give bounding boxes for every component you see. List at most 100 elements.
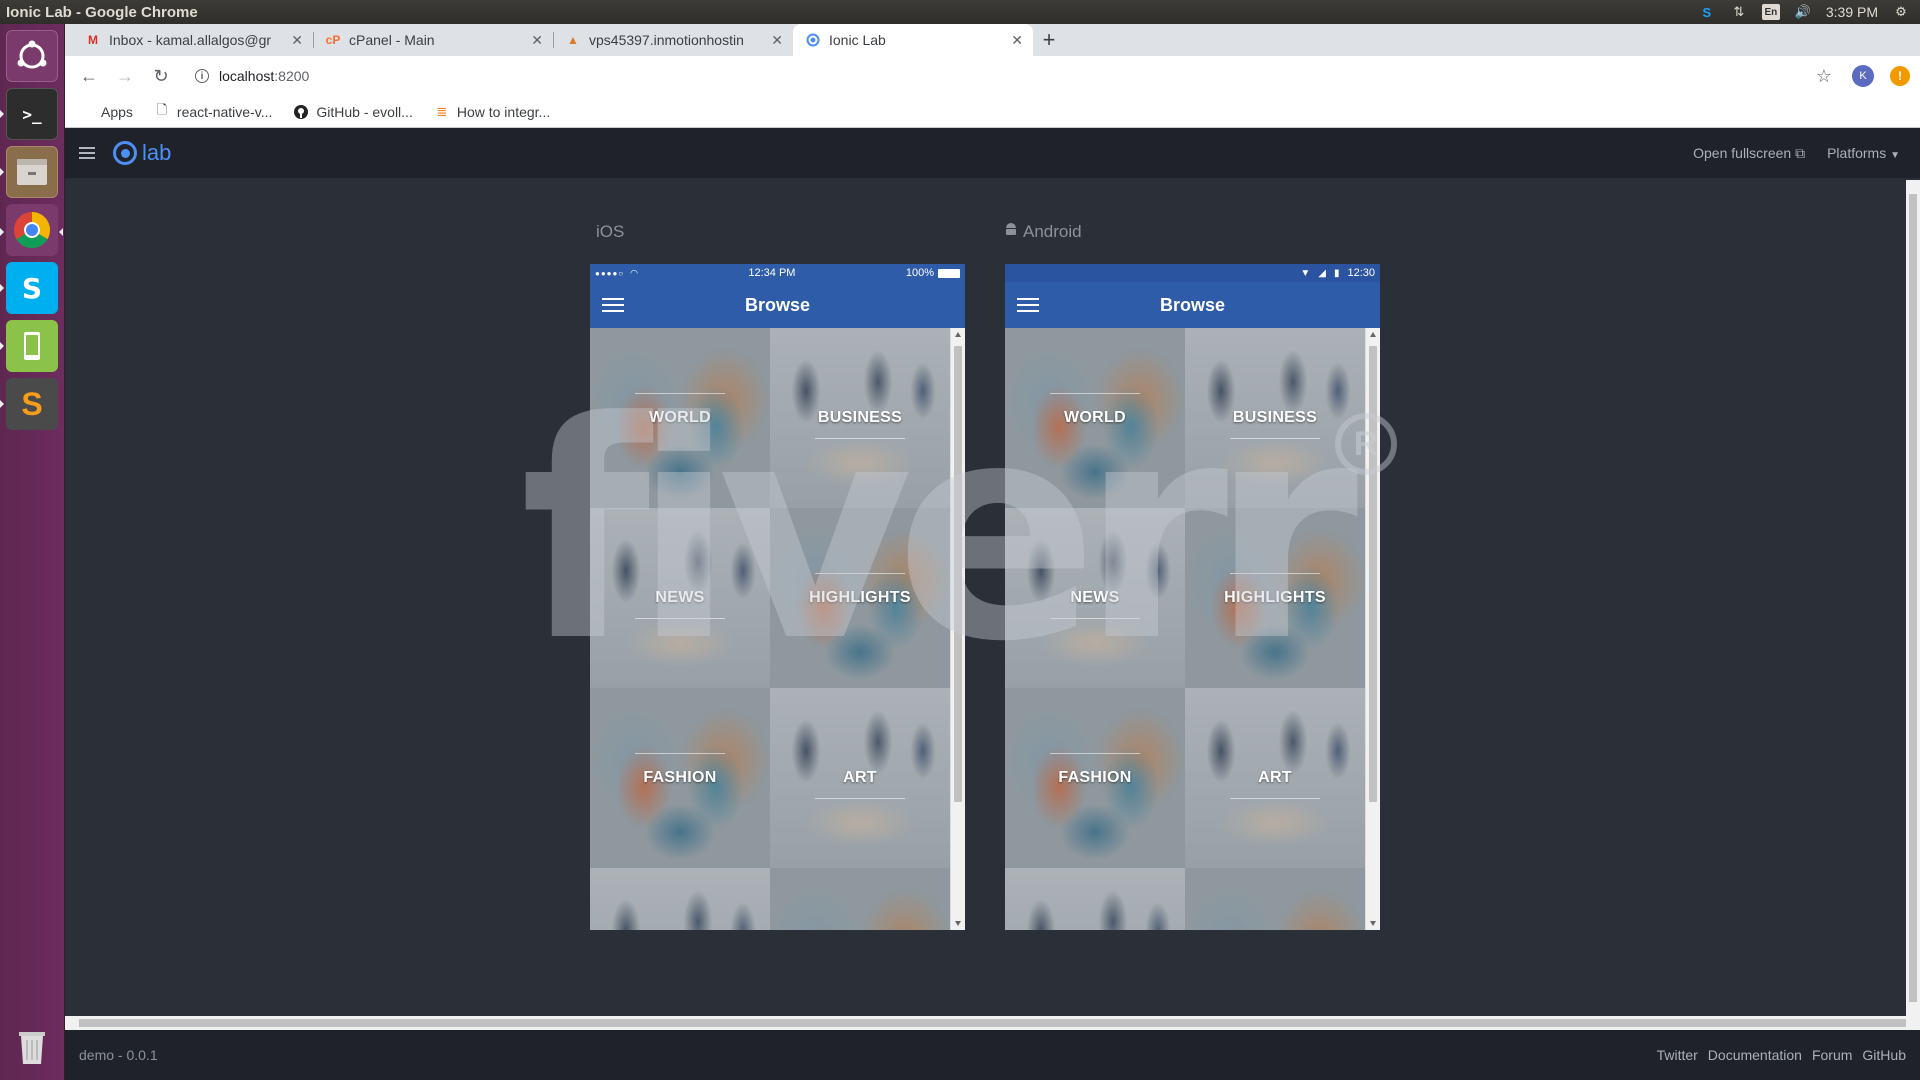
ubuntu-icon[interactable] bbox=[6, 30, 58, 82]
tile-label: WORLD bbox=[1064, 409, 1126, 426]
category-tile[interactable] bbox=[1005, 868, 1185, 930]
back-arrow-icon[interactable]: ← bbox=[75, 62, 103, 90]
category-tile[interactable]: BUSINESS bbox=[1185, 328, 1365, 508]
menu-icon[interactable] bbox=[79, 147, 95, 159]
category-tile[interactable]: HIGHLIGHTS bbox=[1185, 508, 1365, 688]
network-icon[interactable]: ⇅ bbox=[1730, 4, 1748, 20]
menu-icon[interactable] bbox=[1017, 298, 1039, 312]
divider bbox=[815, 438, 905, 439]
category-tile[interactable]: HIGHLIGHTS bbox=[770, 508, 950, 688]
page-title: Browse bbox=[1159, 294, 1226, 315]
files-icon[interactable] bbox=[6, 146, 58, 198]
divider bbox=[1230, 573, 1320, 574]
tile-label: NEWS bbox=[655, 589, 705, 606]
android-preview-frame[interactable]: ▼ ◢ ▮ 12:30 Browse WORLD BUSINESS NEWS H… bbox=[1005, 264, 1380, 930]
tab-ionic-lab[interactable]: Ionic Lab ✕ bbox=[793, 24, 1033, 56]
focused-indicator bbox=[59, 228, 63, 236]
bookmark-react-native[interactable]: 🗋 react-native-v... bbox=[155, 102, 273, 120]
tile-label: BUSINESS bbox=[817, 409, 903, 426]
bookmark-star-icon[interactable]: ☆ bbox=[1816, 66, 1832, 87]
footer-link-twitter[interactable]: Twitter bbox=[1657, 1047, 1698, 1063]
category-tile[interactable] bbox=[770, 868, 950, 930]
tab-cpanel[interactable]: cP cPanel - Main ✕ bbox=[313, 24, 553, 56]
category-tile[interactable]: FASHION bbox=[1005, 688, 1185, 868]
bookmarks-bar: Apps 🗋 react-native-v... GitHub - evoll.… bbox=[65, 96, 1920, 128]
profile-avatar[interactable]: K bbox=[1852, 65, 1874, 87]
volume-icon[interactable]: 🔊 bbox=[1794, 4, 1812, 20]
page-horizontal-scrollbar[interactable] bbox=[65, 1016, 1920, 1030]
browser-toolbar: ← → ↻ i localhost:8200 ☆ K ! bbox=[65, 56, 1920, 96]
footer-link-forum[interactable]: Forum bbox=[1812, 1047, 1852, 1063]
terminal-icon[interactable]: >_ bbox=[6, 88, 58, 140]
close-icon[interactable]: ✕ bbox=[531, 32, 543, 49]
footer-link-github[interactable]: GitHub bbox=[1862, 1047, 1906, 1063]
android-time: 12:30 bbox=[1347, 267, 1375, 279]
reload-icon[interactable]: ↻ bbox=[147, 62, 175, 90]
tile-label: NEWS bbox=[1070, 589, 1120, 606]
update-alert-icon[interactable]: ! bbox=[1890, 66, 1910, 86]
scroll-up-arrow-icon[interactable] bbox=[1370, 332, 1376, 337]
category-tile[interactable]: WORLD bbox=[1005, 328, 1185, 508]
menu-icon[interactable] bbox=[602, 298, 624, 312]
category-tile[interactable]: NEWS bbox=[590, 508, 770, 688]
chrome-icon[interactable] bbox=[6, 204, 58, 256]
forward-arrow-icon[interactable]: → bbox=[111, 62, 139, 90]
bookmark-github[interactable]: GitHub - evoll... bbox=[294, 103, 413, 120]
category-tile[interactable]: ART bbox=[770, 688, 950, 868]
category-tile[interactable]: NEWS bbox=[1005, 508, 1185, 688]
bookmark-label: GitHub - evoll... bbox=[316, 103, 413, 120]
ios-preview-frame[interactable]: ●●●●○ ◠ 12:34 PM 100% Browse WORLD BUSIN… bbox=[590, 264, 965, 930]
phone-icon[interactable] bbox=[6, 320, 58, 372]
tab-gmail[interactable]: M Inbox - kamal.allalgos@gr ✕ bbox=[73, 24, 313, 56]
scroll-thumb[interactable] bbox=[79, 1019, 1906, 1027]
inmotion-icon: ▲ bbox=[567, 33, 579, 47]
category-tile[interactable] bbox=[590, 868, 770, 930]
category-tile[interactable]: BUSINESS bbox=[770, 328, 950, 508]
category-tile[interactable] bbox=[1185, 868, 1365, 930]
close-icon[interactable]: ✕ bbox=[1011, 32, 1023, 49]
category-grid: WORLD BUSINESS NEWS HIGHLIGHTS FASHION A… bbox=[590, 328, 950, 930]
tab-strip: M Inbox - kamal.allalgos@gr ✕ cP cPanel … bbox=[65, 24, 1920, 56]
scroll-down-arrow-icon[interactable] bbox=[955, 921, 961, 926]
scroll-down-arrow-icon[interactable] bbox=[1370, 921, 1376, 926]
tab-label: cPanel - Main bbox=[349, 32, 435, 48]
bookmark-apps[interactable]: Apps bbox=[79, 104, 133, 120]
bookmark-stackoverflow[interactable]: ≣ How to integr... bbox=[435, 104, 550, 120]
scroll-up-arrow-icon[interactable] bbox=[955, 332, 961, 337]
open-fullscreen-link[interactable]: Open fullscreen ⧉ bbox=[1693, 145, 1805, 162]
stackoverflow-icon: ≣ bbox=[436, 103, 448, 119]
ios-toolbar: Browse bbox=[590, 282, 965, 328]
ios-scrollbar[interactable] bbox=[950, 328, 965, 930]
category-tile[interactable]: ART bbox=[1185, 688, 1365, 868]
battery-icon: ▮ bbox=[1333, 267, 1340, 279]
platforms-dropdown[interactable]: Platforms ▼ bbox=[1827, 145, 1900, 161]
bookmark-label: Apps bbox=[101, 103, 133, 120]
url-port: :8200 bbox=[274, 68, 310, 84]
running-indicator bbox=[0, 342, 4, 350]
footer-link-documentation[interactable]: Documentation bbox=[1708, 1047, 1802, 1063]
scroll-thumb[interactable] bbox=[954, 346, 962, 802]
category-tile[interactable]: FASHION bbox=[590, 688, 770, 868]
close-icon[interactable]: ✕ bbox=[771, 32, 783, 49]
ios-status-bar: ●●●●○ ◠ 12:34 PM 100% bbox=[590, 264, 965, 282]
clock[interactable]: 3:39 PM bbox=[1826, 4, 1878, 20]
open-fullscreen-label: Open fullscreen bbox=[1693, 144, 1792, 161]
skype-icon[interactable]: S bbox=[6, 262, 58, 314]
settings-gear-icon[interactable]: ⚙ bbox=[1892, 4, 1910, 20]
ionic-icon bbox=[805, 32, 821, 48]
info-icon[interactable]: i bbox=[195, 69, 209, 83]
tab-inmotion[interactable]: ▲ vps45397.inmotionhostin ✕ bbox=[553, 24, 793, 56]
category-tile[interactable]: WORLD bbox=[590, 328, 770, 508]
close-icon[interactable]: ✕ bbox=[291, 32, 303, 49]
lab-footer: demo - 0.0.1 Twitter Documentation Forum… bbox=[65, 1030, 1920, 1080]
keyboard-language[interactable]: En bbox=[1761, 4, 1780, 20]
ubuntu-launcher: >_ S S bbox=[0, 24, 65, 1080]
scroll-thumb[interactable] bbox=[1909, 194, 1917, 1002]
sublime-text-icon[interactable]: S bbox=[6, 378, 58, 430]
page-vertical-scrollbar[interactable] bbox=[1906, 180, 1920, 1016]
skype-tray-icon[interactable]: S bbox=[1698, 4, 1716, 20]
trash-icon[interactable] bbox=[6, 1020, 58, 1072]
new-tab-button[interactable]: + bbox=[1033, 24, 1065, 56]
address-bar[interactable]: i localhost:8200 ☆ bbox=[183, 61, 1844, 91]
battery-icon bbox=[938, 268, 960, 278]
